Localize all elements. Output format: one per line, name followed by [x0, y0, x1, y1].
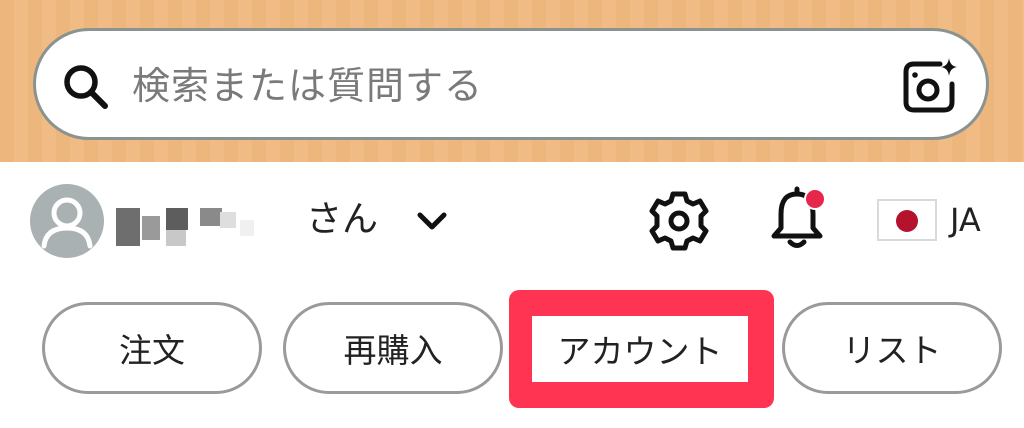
tab-rebuy[interactable]: 再購入 — [283, 302, 503, 394]
tab-orders[interactable]: 注文 — [42, 302, 262, 394]
tab-rebuy-label: 再購入 — [343, 331, 443, 370]
search-icon[interactable] — [60, 61, 112, 113]
search-input[interactable]: 検索または質問する — [132, 58, 483, 114]
flag-disc — [896, 210, 918, 232]
person-icon — [41, 197, 93, 249]
gear-icon[interactable] — [648, 190, 710, 252]
user-avatar-icon[interactable] — [30, 184, 104, 258]
search-bar[interactable]: 検索または質問する — [33, 28, 989, 140]
japan-flag-icon[interactable] — [877, 199, 937, 241]
search-header-band: 検索または質問する — [0, 0, 1024, 162]
tab-account[interactable]: アカウント — [532, 316, 748, 382]
notification-badge — [804, 188, 826, 210]
tab-list-label: リスト — [842, 331, 942, 370]
redacted-user-name — [112, 206, 262, 246]
account-row: さん JA — [0, 176, 1024, 266]
app-header: 検索または質問する さん JA 注文 再購入 アカウント リスト — [0, 0, 1024, 428]
tab-list[interactable]: リスト — [782, 302, 1002, 394]
tab-account-label: アカウント — [557, 332, 723, 371]
camera-sparkle-icon[interactable] — [900, 56, 960, 116]
tab-orders-label: 注文 — [119, 331, 185, 370]
chevron-down-icon[interactable] — [415, 210, 449, 232]
account-name-suffix[interactable]: さん — [306, 196, 378, 244]
language-selector[interactable]: JA — [950, 198, 981, 242]
